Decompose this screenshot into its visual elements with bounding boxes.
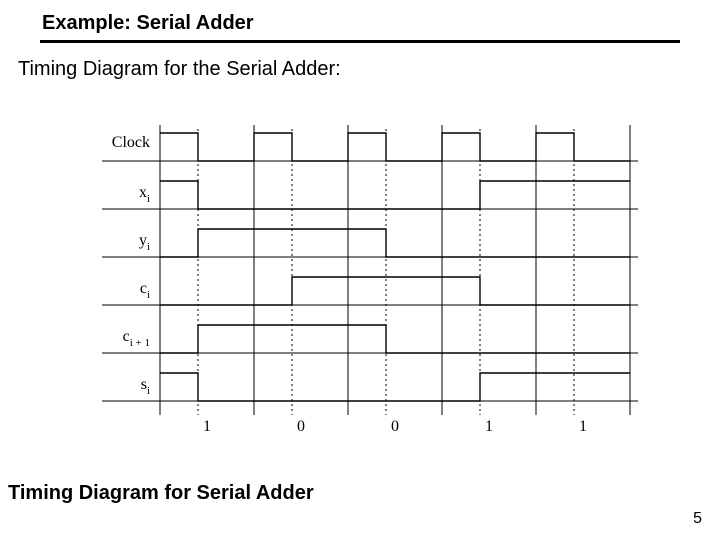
row-label-xi: xi	[139, 184, 150, 205]
wave-yi	[160, 229, 630, 257]
slide-caption: Timing Diagram for Serial Adder	[8, 482, 314, 505]
slide-title: Example: Serial Adder	[42, 12, 254, 35]
wave-ci1	[160, 325, 630, 353]
row-label-clock: Clock	[112, 134, 150, 151]
wave-ci	[160, 277, 630, 305]
bottom-value: 0	[297, 418, 305, 435]
bottom-value: 1	[203, 418, 211, 435]
bottom-value: 1	[579, 418, 587, 435]
wave-si	[160, 373, 630, 401]
wave-clock	[160, 133, 630, 161]
row-label-yi: yi	[139, 232, 150, 253]
bottom-value: 1	[485, 418, 493, 435]
timing-diagram: Clock xi yi ci ci + 1 si	[90, 125, 650, 455]
row-label-ci: ci	[140, 280, 150, 301]
page-number: 5	[693, 510, 702, 528]
row-label-si: si	[141, 376, 150, 397]
slide-subtitle: Timing Diagram for the Serial Adder:	[18, 58, 341, 81]
bottom-value: 0	[391, 418, 399, 435]
title-rule	[40, 40, 680, 43]
slide: Example: Serial Adder Timing Diagram for…	[0, 0, 720, 540]
row-label-ci1: ci + 1	[123, 328, 150, 349]
wave-xi	[160, 181, 630, 209]
